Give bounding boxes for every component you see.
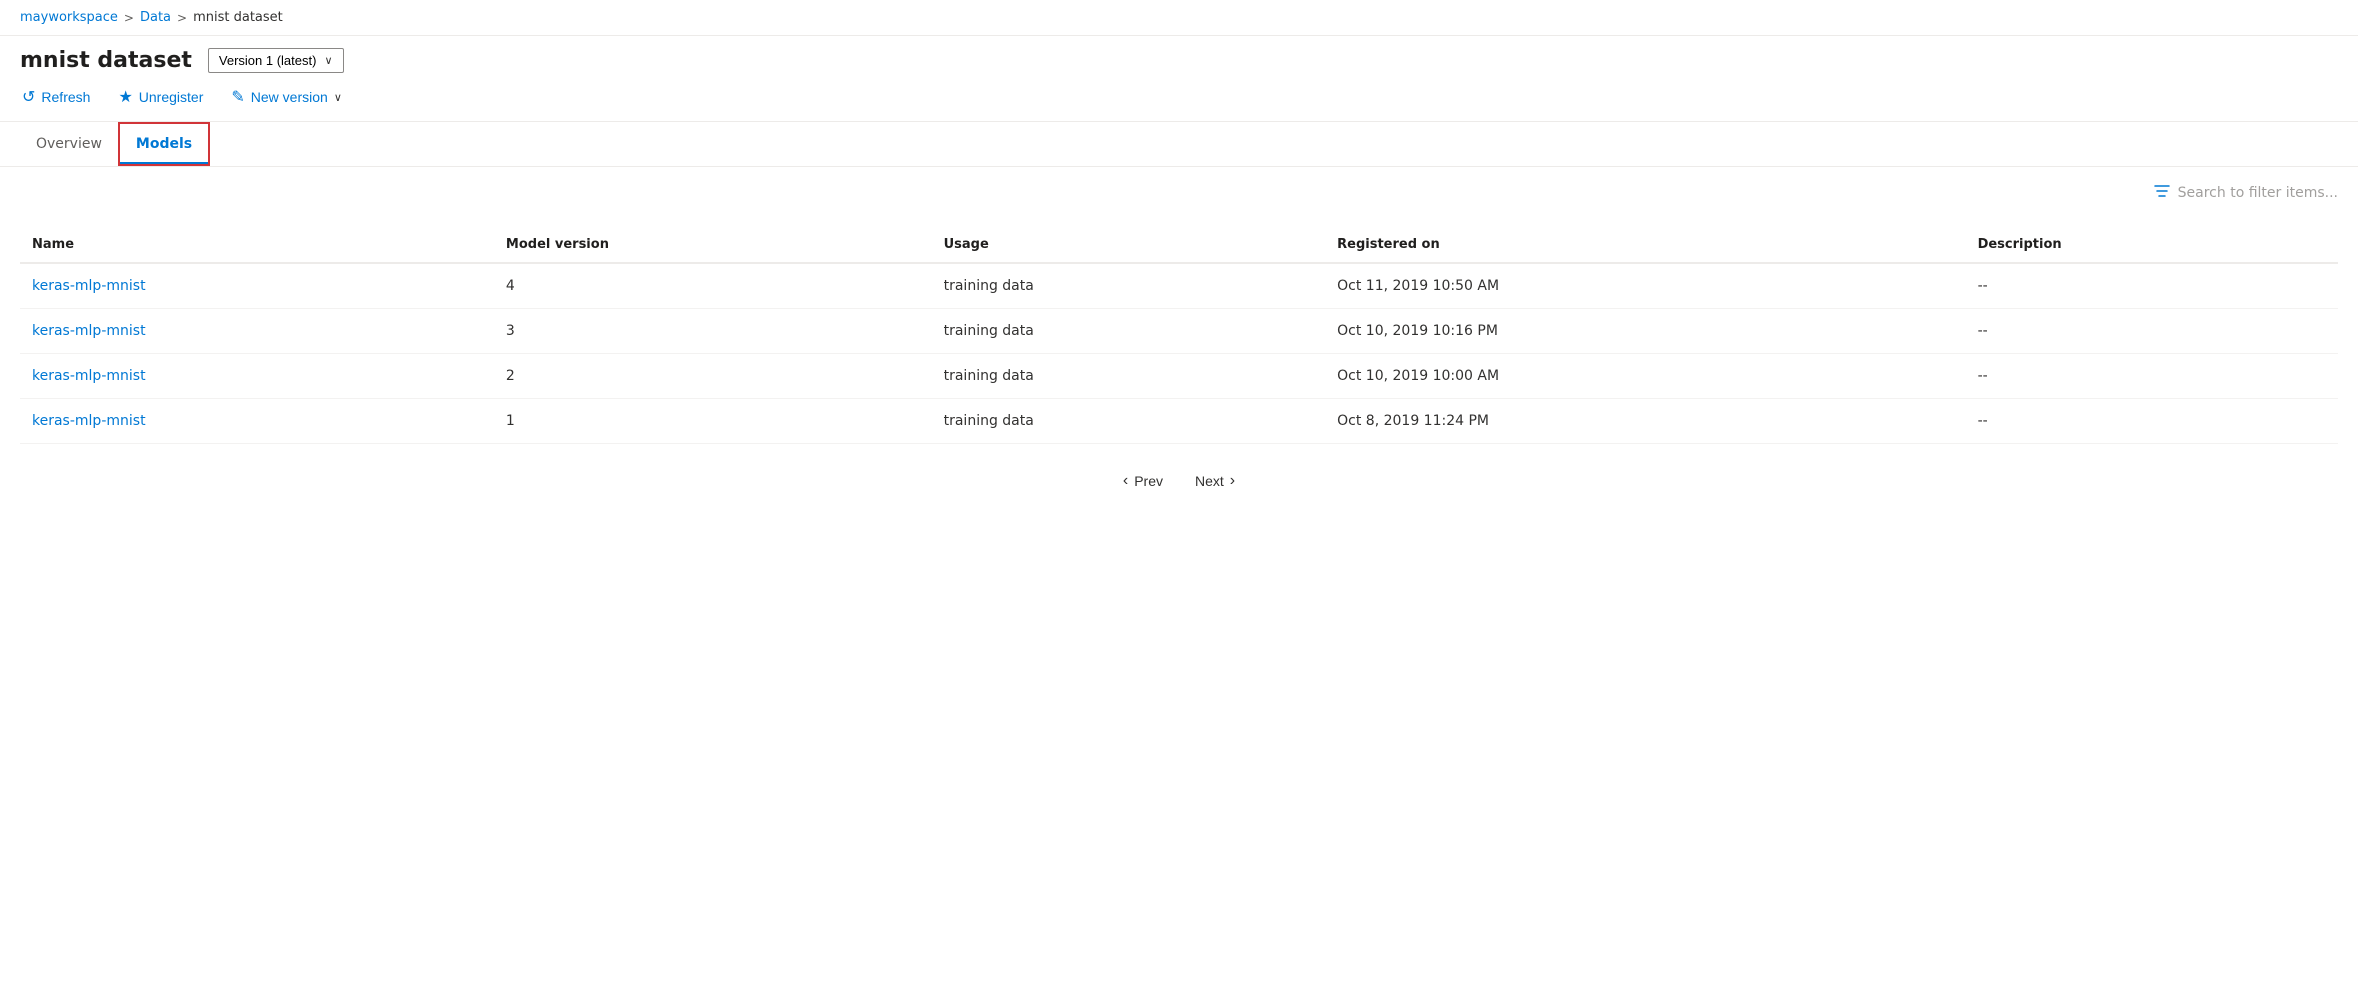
refresh-label: Refresh xyxy=(41,89,90,105)
refresh-icon: ↺ xyxy=(22,87,35,107)
prev-label: Prev xyxy=(1134,473,1163,489)
page-header: mnist dataset Version 1 (latest) ∨ xyxy=(0,36,2358,73)
refresh-button[interactable]: ↺ Refresh xyxy=(20,83,92,111)
unregister-button[interactable]: ★ Unregister xyxy=(116,83,205,111)
breadcrumb-data[interactable]: Data xyxy=(140,10,171,25)
new-version-label: New version xyxy=(251,89,328,105)
filter-input-wrapper[interactable]: Search to filter items... xyxy=(2154,183,2338,203)
tab-models[interactable]: Models xyxy=(118,122,210,166)
row-name-1[interactable]: keras-mlp-mnist xyxy=(20,309,494,354)
col-description: Description xyxy=(1966,227,2338,263)
row-description-0: -- xyxy=(1966,263,2338,309)
content-area: Search to filter items... Name Model ver… xyxy=(0,167,2358,518)
row-version-2: 2 xyxy=(494,354,932,399)
row-name-2[interactable]: keras-mlp-mnist xyxy=(20,354,494,399)
row-usage-3: training data xyxy=(932,399,1326,444)
tab-overview[interactable]: Overview xyxy=(20,124,118,164)
row-name-0[interactable]: keras-mlp-mnist xyxy=(20,263,494,309)
toolbar: ↺ Refresh ★ Unregister ✎ New version ∨ xyxy=(0,73,2358,122)
col-usage: Usage xyxy=(932,227,1326,263)
row-description-2: -- xyxy=(1966,354,2338,399)
new-version-button[interactable]: ✎ New version ∨ xyxy=(229,83,344,111)
breadcrumb-workspace[interactable]: mayworkspace xyxy=(20,10,118,25)
chevron-down-icon: ∨ xyxy=(324,54,332,67)
chevron-left-icon: ‹ xyxy=(1123,472,1128,490)
version-dropdown-label: Version 1 (latest) xyxy=(219,53,317,68)
breadcrumb-sep1: > xyxy=(124,11,134,25)
next-label: Next xyxy=(1195,473,1224,489)
breadcrumb-current: mnist dataset xyxy=(193,10,283,25)
table-row: keras-mlp-mnist 4 training data Oct 11, … xyxy=(20,263,2338,309)
row-usage-0: training data xyxy=(932,263,1326,309)
row-registered-1: Oct 10, 2019 10:16 PM xyxy=(1325,309,1965,354)
filter-row: Search to filter items... xyxy=(20,167,2338,219)
table-row: keras-mlp-mnist 1 training data Oct 8, 2… xyxy=(20,399,2338,444)
tabs-container: Overview Models xyxy=(0,122,2358,167)
col-registered-on: Registered on xyxy=(1325,227,1965,263)
row-version-1: 3 xyxy=(494,309,932,354)
breadcrumb: mayworkspace > Data > mnist dataset xyxy=(0,0,2358,36)
col-model-version: Model version xyxy=(494,227,932,263)
row-usage-2: training data xyxy=(932,354,1326,399)
tab-overview-label: Overview xyxy=(36,136,102,152)
table-row: keras-mlp-mnist 3 training data Oct 10, … xyxy=(20,309,2338,354)
version-dropdown[interactable]: Version 1 (latest) ∨ xyxy=(208,48,344,73)
col-name: Name xyxy=(20,227,494,263)
row-usage-1: training data xyxy=(932,309,1326,354)
chevron-right-icon: › xyxy=(1230,472,1235,490)
tab-models-label: Models xyxy=(136,136,192,152)
row-name-3[interactable]: keras-mlp-mnist xyxy=(20,399,494,444)
row-registered-2: Oct 10, 2019 10:00 AM xyxy=(1325,354,1965,399)
row-registered-0: Oct 11, 2019 10:50 AM xyxy=(1325,263,1965,309)
row-description-1: -- xyxy=(1966,309,2338,354)
new-version-chevron-icon: ∨ xyxy=(334,91,342,104)
row-registered-3: Oct 8, 2019 11:24 PM xyxy=(1325,399,1965,444)
table-row: keras-mlp-mnist 2 training data Oct 10, … xyxy=(20,354,2338,399)
models-table: Name Model version Usage Registered on D… xyxy=(20,227,2338,444)
next-button[interactable]: Next › xyxy=(1187,468,1243,494)
star-icon: ★ xyxy=(118,87,132,107)
pagination: ‹ Prev Next › xyxy=(20,444,2338,518)
edit-icon: ✎ xyxy=(231,87,244,107)
row-version-3: 1 xyxy=(494,399,932,444)
filter-placeholder: Search to filter items... xyxy=(2178,185,2338,201)
row-version-0: 4 xyxy=(494,263,932,309)
breadcrumb-sep2: > xyxy=(177,11,187,25)
prev-button[interactable]: ‹ Prev xyxy=(1115,468,1171,494)
row-description-3: -- xyxy=(1966,399,2338,444)
filter-icon xyxy=(2154,183,2170,203)
page-title: mnist dataset xyxy=(20,48,192,73)
unregister-label: Unregister xyxy=(139,89,204,105)
